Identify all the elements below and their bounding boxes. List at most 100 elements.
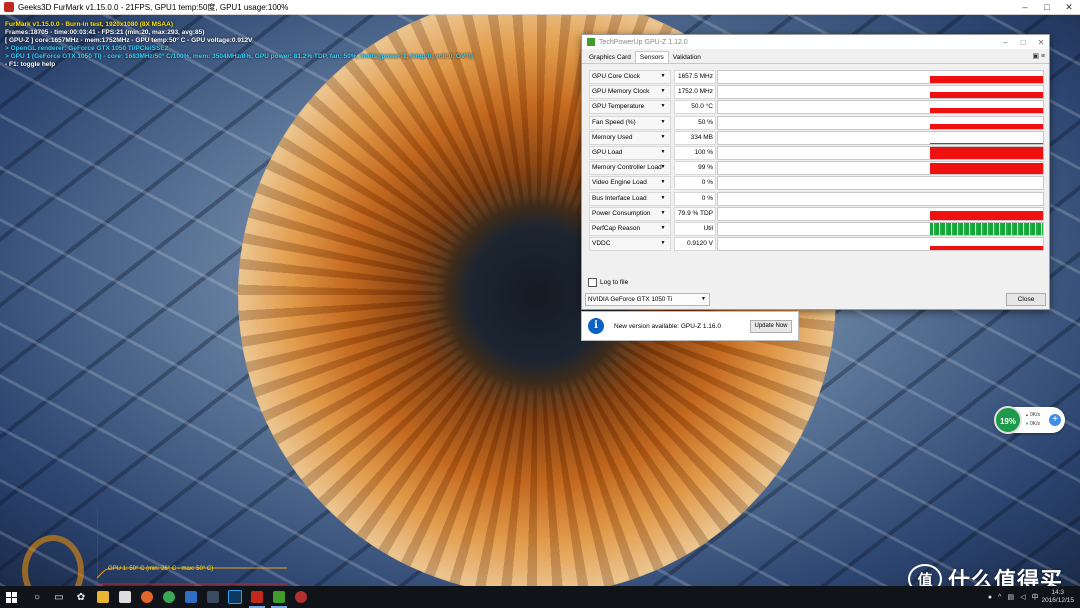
minimize-icon[interactable]: – [1014, 0, 1036, 14]
clock-time: 14:3 [1051, 589, 1065, 596]
update-now-button[interactable]: Update Now [750, 319, 792, 333]
sensor-graph [717, 70, 1044, 84]
temperature-graph [97, 508, 287, 585]
sensor-graph-fill [930, 75, 1043, 83]
temperature-graph-label: GPU 1: 50° C (min: 26° C - max: 50° C) [108, 566, 214, 572]
volume-icon[interactable]: ◁ [1020, 593, 1025, 601]
furmark-app-icon [4, 2, 14, 12]
store-icon[interactable] [114, 586, 136, 608]
close-icon[interactable]: ✕ [1033, 38, 1049, 47]
chevron-down-icon[interactable]: ▼ [659, 161, 667, 173]
osd-line: - F1: toggle help [5, 61, 56, 69]
search-icon[interactable]: ○ [26, 586, 48, 608]
photoshop-icon[interactable] [224, 586, 246, 608]
sensor-graph [717, 130, 1044, 145]
taskbar: ○ ▭ ✿ ● ^ ▤ ◁ 中 14:3 2016/12/15 [0, 586, 1080, 608]
sensor-graph [717, 191, 1044, 206]
chevron-down-icon[interactable]: ▼ [659, 85, 667, 97]
firefox-icon[interactable] [136, 586, 158, 608]
chevron-down-icon[interactable]: ▼ [659, 70, 667, 82]
chevron-down-icon[interactable]: ▼ [659, 222, 667, 234]
sensor-graph-fill [930, 146, 1043, 159]
close-button[interactable]: Close [1006, 293, 1046, 306]
sensor-graph [717, 221, 1044, 236]
chevron-down-icon[interactable]: ▼ [659, 176, 667, 188]
sensor-graph [717, 206, 1044, 221]
minimize-icon[interactable]: – [997, 38, 1013, 47]
chevron-down-icon[interactable]: ▼ [659, 192, 667, 204]
network-icon[interactable]: ▤ [1007, 593, 1014, 601]
sensor-graph-fill [930, 142, 1043, 144]
app-icon[interactable] [202, 586, 224, 608]
gpuz-window: TechPowerUp GPU-Z 1.12.0 – □ ✕ Graphics … [581, 34, 1050, 310]
sensor-graph [717, 100, 1044, 115]
gpuz-taskbar-icon[interactable] [268, 586, 290, 608]
task-view-icon[interactable]: ▭ [48, 586, 70, 608]
sensor-row: PerfCap Reason ▼ Util [589, 221, 1044, 236]
sensor-value: 100 % [674, 145, 716, 160]
gpuz-app-icon [587, 38, 595, 46]
clock-date: 2016/12/15 [1041, 597, 1074, 604]
furmark-window-title: Geeks3D FurMark v1.15.0.0 - 21FPS, GPU1 … [18, 2, 289, 12]
sensor-graph [717, 237, 1044, 252]
clock[interactable]: 14:3 2016/12/15 [1041, 589, 1074, 605]
sensor-graph [717, 145, 1044, 160]
sensor-row: GPU Temperature ▼ 50.0 °C [589, 100, 1044, 115]
sensor-graph-fill [930, 222, 1043, 235]
chevron-down-icon[interactable]: ▼ [659, 100, 667, 112]
tab-sensors[interactable]: Sensors [634, 51, 669, 63]
sensor-row: Memory Used ▼ 334 MB [589, 130, 1044, 145]
sensor-value: 99 % [674, 161, 716, 176]
close-icon[interactable]: ✕ [1058, 0, 1080, 14]
osd-line: > GPU 1 (GeForce GTX 1050 Ti) - core: 16… [5, 53, 473, 61]
pinwheel-app-icon[interactable]: ✿ [70, 586, 92, 608]
chevron-up-icon[interactable]: ^ [998, 594, 1001, 601]
start-button[interactable] [0, 586, 22, 608]
menu-icon[interactable]: ≡ [1041, 53, 1045, 60]
chevron-down-icon[interactable]: ▼ [659, 116, 667, 128]
gpu-select-value: NVIDIA GeForce GTX 1050 Ti [588, 296, 672, 303]
file-explorer-icon[interactable] [92, 586, 114, 608]
chrome-icon[interactable] [158, 586, 180, 608]
gpu-select-dropdown[interactable]: NVIDIA GeForce GTX 1050 Ti ▼ [585, 293, 710, 306]
sensor-value: 1657.5 MHz [674, 70, 716, 84]
chevron-down-icon[interactable]: ▼ [659, 146, 667, 158]
chevron-down-icon[interactable]: ▼ [659, 131, 667, 143]
sensor-value: 79.9 % TDP [674, 206, 716, 221]
gpuz-titlebar: TechPowerUp GPU-Z 1.12.0 – □ ✕ [582, 35, 1049, 49]
chevron-down-icon[interactable]: ▼ [659, 207, 667, 219]
network-speed-widget[interactable]: 19% 0K/s 0K/s + [994, 406, 1065, 434]
sensor-graph-fill [930, 91, 1043, 99]
chevron-down-icon[interactable]: ▼ [659, 237, 667, 249]
gpuz-window-title: TechPowerUp GPU-Z 1.12.0 [599, 38, 688, 46]
sensor-graph [717, 85, 1044, 100]
camera-icon[interactable]: ▣ [1032, 53, 1039, 60]
accelerate-icon[interactable]: + [1049, 414, 1061, 426]
update-notification: i New version available: GPU-Z 1.16.0 Up… [581, 311, 799, 341]
info-icon: i [588, 318, 604, 334]
log-to-file-checkbox[interactable] [588, 278, 597, 287]
maximize-icon[interactable]: □ [1036, 0, 1058, 14]
app-icon[interactable] [290, 586, 312, 608]
windows-icon [5, 591, 17, 603]
sensor-graph-fill [930, 163, 1043, 175]
sensor-value: 50.0 °C [674, 100, 716, 115]
sensor-value: 1752.0 MHz [674, 85, 716, 100]
photos-icon[interactable] [180, 586, 202, 608]
maximize-icon[interactable]: □ [1015, 38, 1031, 47]
tab-validation[interactable]: Validation [669, 52, 705, 63]
tray-app-icon[interactable]: ● [988, 594, 992, 601]
osd-line: FurMark v1.15.0.0 - Burn-in test, 1920x1… [5, 21, 173, 28]
log-to-file-option[interactable]: Log to file [588, 278, 628, 287]
sensor-graph [717, 161, 1044, 176]
ime-icon[interactable]: 中 [1031, 592, 1038, 602]
sensor-row: Memory Controller Load ▼ 99 % [589, 161, 1044, 176]
upload-speed: 0K/s [1025, 412, 1040, 418]
furmark-logo [22, 535, 84, 586]
furmark-taskbar-icon[interactable] [246, 586, 268, 608]
osd-line: Frames:18705 - time:00:03:41 - FPS:21 (m… [5, 29, 205, 37]
sensor-value: Util [674, 221, 716, 236]
gpuz-tab-bar: Graphics Card Sensors Validation ▣ ≡ [582, 49, 1049, 64]
tab-graphics-card[interactable]: Graphics Card [585, 52, 635, 63]
download-speed: 0K/s [1025, 421, 1040, 427]
